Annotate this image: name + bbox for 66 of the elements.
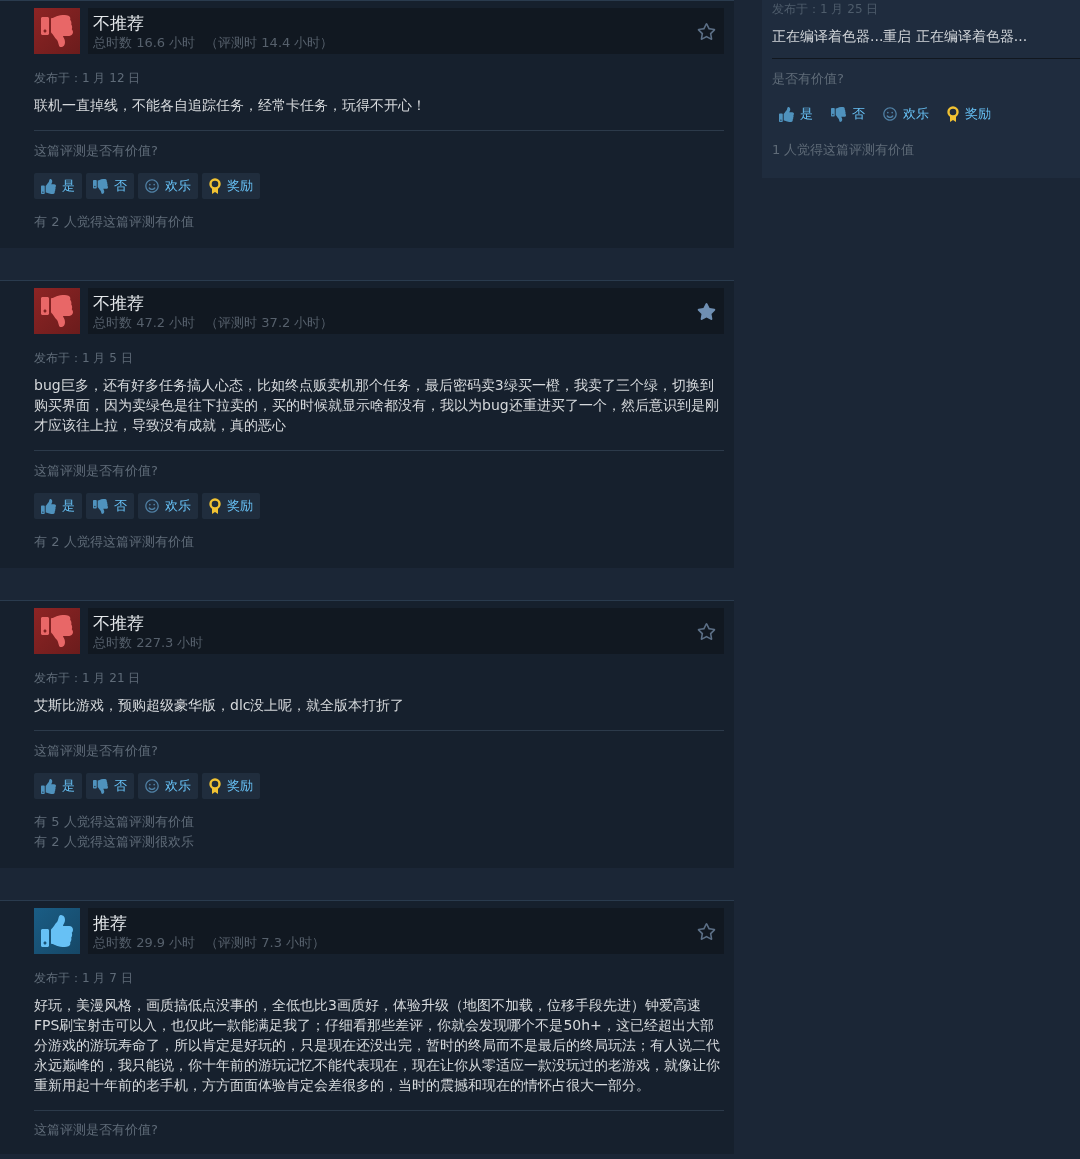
helpful-prompt: 这篇评测是否有价值? <box>34 142 159 160</box>
review-text: 艾斯比游戏，预购超级豪华版，dlc没上呢，就全版本打折了 <box>34 696 406 715</box>
posted-date: 发布于：1 月 5 日 <box>34 350 134 366</box>
review-playtime-text: （评测时 37.2 小时） <box>205 313 334 331</box>
helpful-prompt: 这篇评测是否有价值? <box>34 462 159 480</box>
playtime-text: 总时数 227.3 小时 <box>93 633 204 651</box>
verdict-title: 不推荐 <box>93 611 145 634</box>
star-icon[interactable] <box>697 301 716 321</box>
no-button[interactable]: 否 <box>86 493 134 519</box>
award-button[interactable]: 奖励 <box>202 773 260 799</box>
smiley-icon <box>145 179 159 193</box>
award-button[interactable]: 奖励 <box>940 101 998 127</box>
award-icon <box>947 105 959 123</box>
helpful-prompt: 是否有价值? <box>772 70 845 88</box>
helpful-prompt: 这篇评测是否有价值? <box>34 1122 159 1138</box>
thumbs-down-icon <box>93 498 108 514</box>
award-icon <box>209 497 221 515</box>
yes-button[interactable]: 是 <box>772 101 820 127</box>
review-text: 好玩，美漫风格，画质搞低点没事的，全低也比3画质好，体验升级（地图不加载，位移手段先进）钟爱高速FPS刷宝射击可以入，也仅此一款能满足我了；仔细看那些差评，你就会发现哪个不是50h+，这已经超出大部分游戏的游玩寿命了，所以肯定是好玩的，只是现在还没出完，暂时的终局而不是最后的终局玩法；有人说二代永远巅峰的，我只能说，你十年前的游玩记忆不能代表现在，现在让你从零适应一款没玩过的老游戏，就像让你重新用起十年前的老手机，方方面面体验肯定会差很多的，当时的震撼和现在的情怀占很大一部分。 <box>34 996 721 1095</box>
playtime-text: 总时数 29.9 小时 <box>93 933 196 951</box>
review-text: 正在编译着色器...重启 正在编译着色器... <box>772 27 1029 46</box>
no-button[interactable]: 否 <box>824 101 872 127</box>
yes-button[interactable]: 是 <box>34 173 82 199</box>
thumbs-up-icon <box>41 498 56 514</box>
verdict-title: 不推荐 <box>93 291 145 314</box>
yes-button[interactable]: 是 <box>34 493 82 519</box>
smiley-icon <box>145 499 159 513</box>
award-icon <box>209 777 221 795</box>
helpful-count: 有 5 人觉得这篇评测有价值 <box>34 813 195 831</box>
verdict-title: 推荐 <box>93 911 128 934</box>
helpful-count: 1 人觉得这篇评测有价值 <box>772 141 916 159</box>
verdict-title: 不推荐 <box>93 11 145 34</box>
thumbs-down-icon <box>93 178 108 194</box>
review-playtime-text: （评测时 7.3 小时） <box>205 933 326 951</box>
funny-button[interactable]: 欢乐 <box>138 773 198 799</box>
playtime-text: 总时数 47.2 小时 <box>93 313 196 331</box>
smiley-icon <box>883 107 897 121</box>
award-icon <box>209 177 221 195</box>
smiley-icon <box>145 779 159 793</box>
playtime-text: 总时数 16.6 小时 <box>93 33 196 51</box>
thumbs-up-icon <box>41 778 56 794</box>
review-playtime-text: （评测时 14.4 小时） <box>205 33 334 51</box>
posted-date: 发布于：1 月 12 日 <box>34 70 142 86</box>
helpful-count: 有 2 人觉得这篇评测有价值 <box>34 533 195 551</box>
thumbs-up-icon <box>41 178 56 194</box>
funny-button[interactable]: 欢乐 <box>138 173 198 199</box>
star-icon[interactable] <box>697 21 716 41</box>
funny-button[interactable]: 欢乐 <box>138 493 198 519</box>
thumbs-up-icon <box>779 106 794 122</box>
funny-button[interactable]: 欢乐 <box>876 101 936 127</box>
helpful-count: 有 2 人觉得这篇评测很欢乐 <box>34 833 195 851</box>
no-button[interactable]: 否 <box>86 773 134 799</box>
yes-button[interactable]: 是 <box>34 773 82 799</box>
star-icon[interactable] <box>697 921 716 941</box>
posted-date: 发布于：1 月 21 日 <box>34 670 142 686</box>
posted-date: 发布于：1 月 7 日 <box>34 970 134 986</box>
helpful-prompt: 这篇评测是否有价值? <box>34 742 159 760</box>
award-button[interactable]: 奖励 <box>202 493 260 519</box>
thumbs-down-icon <box>831 106 846 122</box>
thumbs-down-icon <box>93 778 108 794</box>
star-icon[interactable] <box>697 621 716 641</box>
no-button[interactable]: 否 <box>86 173 134 199</box>
helpful-count: 有 2 人觉得这篇评测有价值 <box>34 213 195 231</box>
review-text: 联机一直掉线，不能各自追踪任务，经常卡任务，玩得不开心！ <box>34 96 427 115</box>
review-text: bug巨多，还有好多任务搞人心态，比如终点贩卖机那个任务，最后密码卖3绿买一橙，我卖了三个绿，切换到购买界面，因为卖绿色是往下拉卖的，买的时候就显示啥都没有，我以为bug还重进买了一个，然后意识到是刚才应该往上拉，导致没有成就，真的恶心 <box>34 376 720 435</box>
award-button[interactable]: 奖励 <box>202 173 260 199</box>
